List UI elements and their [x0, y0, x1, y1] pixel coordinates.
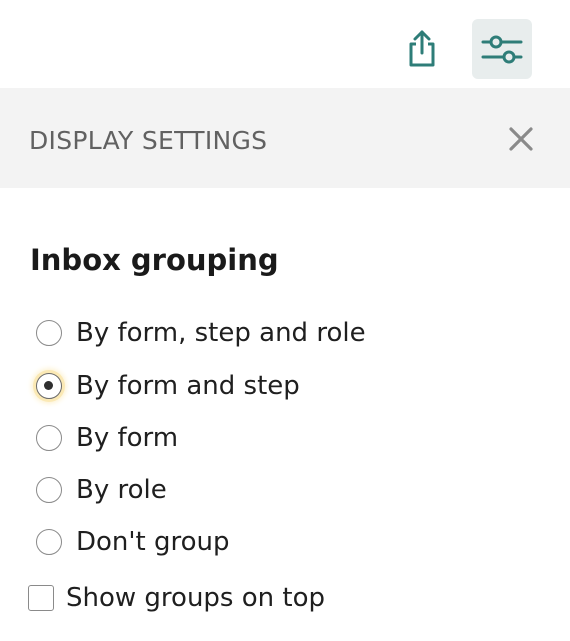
- radio-label: By form, step and role: [76, 318, 366, 348]
- radio-option-by-form-step[interactable]: By form and step: [36, 366, 300, 406]
- radio-option-by-form-step-role[interactable]: By form, step and role: [36, 313, 366, 353]
- radio-label: By form and step: [76, 371, 300, 401]
- radio-button[interactable]: [36, 529, 62, 555]
- sliders-icon: [481, 35, 523, 64]
- share-icon: [409, 30, 435, 67]
- radio-button[interactable]: [36, 320, 62, 346]
- checkbox-label: Show groups on top: [66, 583, 325, 613]
- radio-label: Don't group: [76, 527, 230, 557]
- panel-title: DISPLAY SETTINGS: [29, 126, 268, 155]
- close-icon: [509, 127, 533, 151]
- share-button[interactable]: [392, 19, 452, 79]
- radio-label: By role: [76, 475, 167, 505]
- panel-header: DISPLAY SETTINGS: [0, 88, 570, 188]
- top-toolbar: [0, 0, 570, 88]
- display-settings-button[interactable]: [472, 19, 532, 79]
- radio-option-by-form[interactable]: By form: [36, 418, 178, 458]
- radio-button[interactable]: [36, 425, 62, 451]
- radio-label: By form: [76, 423, 179, 453]
- radio-button-selected[interactable]: [36, 373, 62, 399]
- radio-option-by-role[interactable]: By role: [36, 470, 167, 510]
- radio-option-dont-group[interactable]: Don't group: [36, 522, 230, 562]
- close-button[interactable]: [503, 121, 539, 157]
- inbox-grouping-heading: Inbox grouping: [30, 243, 279, 277]
- show-groups-on-top-option[interactable]: Show groups on top: [28, 578, 325, 618]
- radio-button[interactable]: [36, 477, 62, 503]
- show-groups-on-top-checkbox[interactable]: [28, 585, 54, 611]
